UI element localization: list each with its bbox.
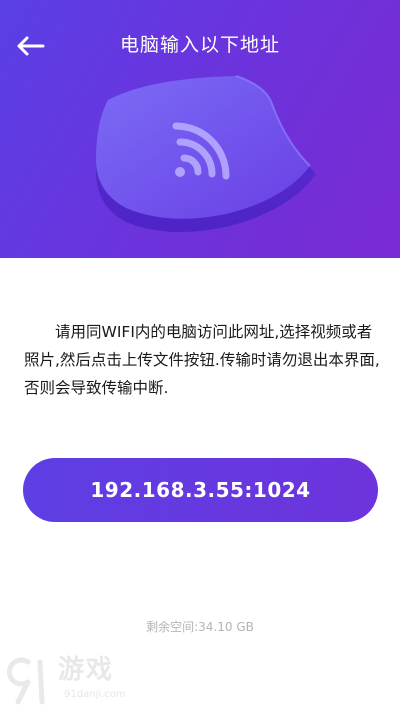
address-button[interactable]: 192.168.3.55:1024 xyxy=(23,458,378,522)
storage-remaining: 剩余空间:34.10 GB xyxy=(146,620,254,634)
watermark-url: 91danji.com xyxy=(64,689,126,700)
page-title: 电脑输入以下地址 xyxy=(119,34,280,56)
header-banner: 电脑输入以下地址 xyxy=(0,0,400,258)
watermark-name: 游戏 xyxy=(58,655,115,685)
instructions-text: 请用同WIFI内的电脑访问此网址,选择视频或者照片,然后点击上传文件按钮.传输时… xyxy=(24,323,380,397)
